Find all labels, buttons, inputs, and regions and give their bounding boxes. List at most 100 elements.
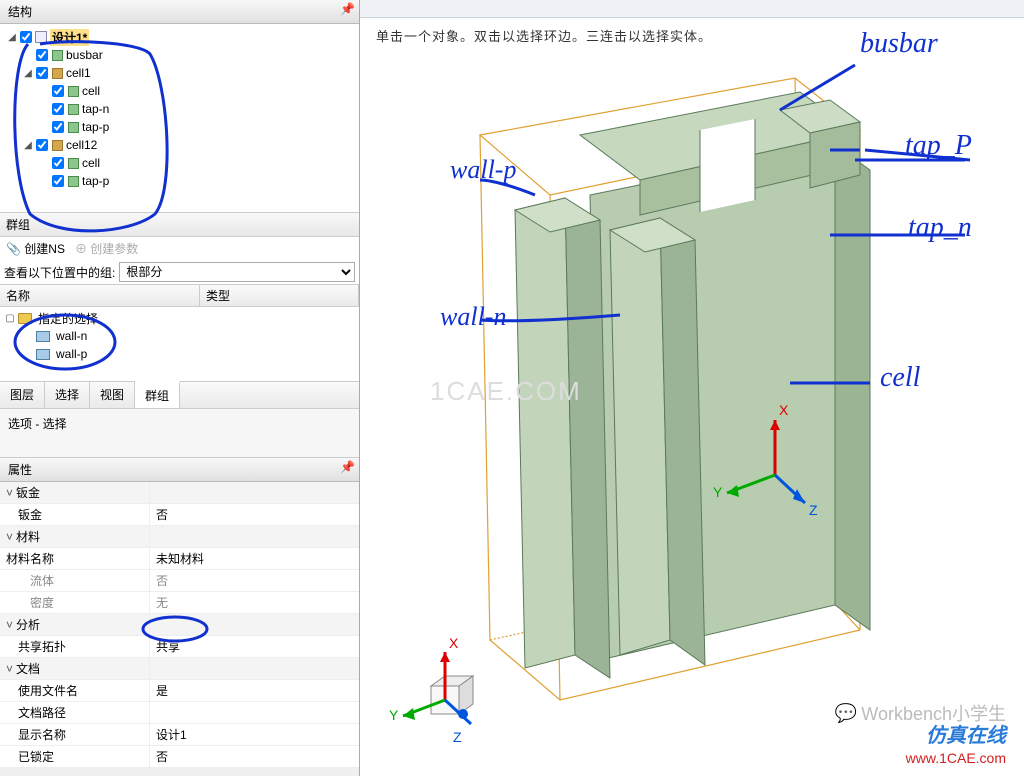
collapse-icon[interactable]: ▢ — [4, 313, 16, 324]
solid-icon — [50, 48, 64, 62]
selection-icon — [36, 331, 50, 342]
wechat-icon: 💬 — [835, 703, 857, 724]
create-ns-label: 创建NS — [24, 242, 65, 256]
group-item-label[interactable]: wall-n — [56, 329, 87, 343]
checkbox[interactable] — [52, 85, 64, 97]
pin-icon[interactable]: 📌 — [340, 2, 355, 16]
checkbox[interactable] — [52, 157, 64, 169]
svg-text:Z: Z — [809, 502, 818, 518]
prop-val[interactable]: 否 — [150, 746, 359, 767]
svg-text:X: X — [449, 635, 459, 651]
prop-val[interactable]: 设计1 — [150, 724, 359, 745]
tree-design-label[interactable]: 设计1* — [50, 29, 89, 46]
prop-key: 共享拓扑 — [0, 636, 150, 657]
left-panel: 结构 📌 ◢ 设计1* busbar ◢ cell1 cell — [0, 0, 360, 776]
groups-section: 群组 📎 创建NS ⊕ 创建参数 查看以下位置中的组: 根部分 名称 类型 ▢ … — [0, 212, 359, 408]
pin-icon[interactable]: 📌 — [340, 460, 355, 474]
solid-icon — [66, 156, 80, 170]
prop-val[interactable]: 共享 — [150, 636, 359, 657]
props-panel-title: 属性 📌 — [0, 458, 359, 482]
prop-key: 材料名称 — [0, 548, 150, 569]
create-ns-button[interactable]: 📎 创建NS — [6, 240, 65, 257]
checkbox[interactable] — [52, 175, 64, 187]
prop-key: 文档路径 — [0, 702, 150, 723]
structure-panel-title: 结构 📌 — [0, 0, 359, 24]
tree-item-label[interactable]: busbar — [66, 48, 103, 62]
tab-layers[interactable]: 图层 — [0, 382, 45, 408]
selection-label: 选项 - 选择 — [0, 408, 359, 458]
groups-header: 群组 — [0, 212, 359, 237]
prop-head[interactable]: 分析 — [16, 618, 40, 632]
tab-groups[interactable]: 群组 — [135, 381, 180, 408]
solid-icon — [66, 120, 80, 134]
panel-tabs: 图层 选择 视图 群组 — [0, 381, 359, 408]
group-folder-label[interactable]: 指定的选择 — [38, 310, 98, 327]
prop-key: 已锁定 — [0, 746, 150, 767]
prop-val[interactable]: 是 — [150, 680, 359, 701]
tree-item-label[interactable]: tap-n — [82, 102, 109, 116]
groups-tree[interactable]: ▢ 指定的选择 wall-n wall-p — [0, 307, 359, 381]
prop-key: 流体 — [0, 570, 150, 591]
prop-val[interactable]: 否 — [150, 504, 359, 525]
selection-icon — [36, 349, 50, 360]
svg-text:Y: Y — [389, 707, 399, 723]
structure-panel-label: 结构 — [8, 5, 32, 19]
checkbox[interactable] — [20, 31, 32, 43]
col-name[interactable]: 名称 — [0, 285, 200, 306]
prop-val[interactable] — [150, 702, 359, 723]
folder-icon — [18, 313, 32, 324]
expand-icon[interactable]: ◢ — [22, 68, 34, 79]
lookup-row: 查看以下位置中的组: 根部分 — [0, 260, 359, 284]
prop-val: 无 — [150, 592, 359, 613]
part-icon — [50, 66, 64, 80]
tree-item-label[interactable]: cell1 — [66, 66, 91, 80]
lookup-select[interactable]: 根部分 — [119, 262, 355, 282]
create-param-button: ⊕ 创建参数 — [75, 240, 138, 257]
solid-icon — [66, 174, 80, 188]
group-item-label[interactable]: wall-p — [56, 347, 87, 361]
expand-icon[interactable]: ◢ — [6, 32, 18, 43]
prop-key: 钣金 — [0, 504, 150, 525]
watermark-brand: 仿真在线 — [926, 719, 1006, 748]
solid-icon — [66, 84, 80, 98]
viewport-3d[interactable]: 单击一个对象。双击以选择环边。三连击以选择实体。 — [360, 0, 1024, 776]
checkbox[interactable] — [36, 49, 48, 61]
tab-selection[interactable]: 选择 — [45, 382, 90, 408]
svg-text:Z: Z — [453, 729, 462, 745]
solid-icon — [66, 102, 80, 116]
tree-item-label[interactable]: cell — [82, 84, 100, 98]
prop-val[interactable]: 未知材料 — [150, 548, 359, 569]
checkbox[interactable] — [52, 121, 64, 133]
svg-text:Y: Y — [713, 484, 723, 500]
groups-table-header: 名称 类型 — [0, 284, 359, 307]
properties-grid[interactable]: ˅钣金 钣金否 ˅材料 材料名称未知材料 流体否 密度无 ˅分析 共享拓扑共享 … — [0, 482, 359, 768]
lookup-label: 查看以下位置中的组: — [4, 264, 115, 281]
part-icon — [50, 138, 64, 152]
prop-head[interactable]: 钣金 — [16, 486, 40, 500]
tree-item-label[interactable]: tap-p — [82, 174, 109, 188]
prop-val: 否 — [150, 570, 359, 591]
checkbox[interactable] — [36, 139, 48, 151]
structure-tree[interactable]: ◢ 设计1* busbar ◢ cell1 cell tap-n — [0, 24, 359, 212]
col-type[interactable]: 类型 — [200, 285, 359, 306]
prop-head[interactable]: 文档 — [16, 662, 40, 676]
design-icon — [34, 30, 48, 44]
watermark-center: 1CAE.COM — [430, 376, 582, 407]
prop-key: 密度 — [0, 592, 150, 613]
svg-text:X: X — [779, 402, 789, 418]
expand-icon[interactable]: ◢ — [22, 140, 34, 151]
prop-head[interactable]: 材料 — [16, 530, 40, 544]
tab-view[interactable]: 视图 — [90, 382, 135, 408]
prop-key: 显示名称 — [0, 724, 150, 745]
prop-key: 使用文件名 — [0, 680, 150, 701]
tree-item-label[interactable]: cell — [82, 156, 100, 170]
props-title: 属性 — [8, 463, 32, 477]
tree-item-label[interactable]: cell12 — [66, 138, 97, 152]
tree-item-label[interactable]: tap-p — [82, 120, 109, 134]
checkbox[interactable] — [36, 67, 48, 79]
selection-text: 选项 - 选择 — [8, 417, 67, 431]
checkbox[interactable] — [52, 103, 64, 115]
watermark-url: www.1CAE.com — [906, 750, 1006, 766]
create-param-label: 创建参数 — [90, 242, 138, 256]
groups-title: 群组 — [6, 218, 30, 232]
